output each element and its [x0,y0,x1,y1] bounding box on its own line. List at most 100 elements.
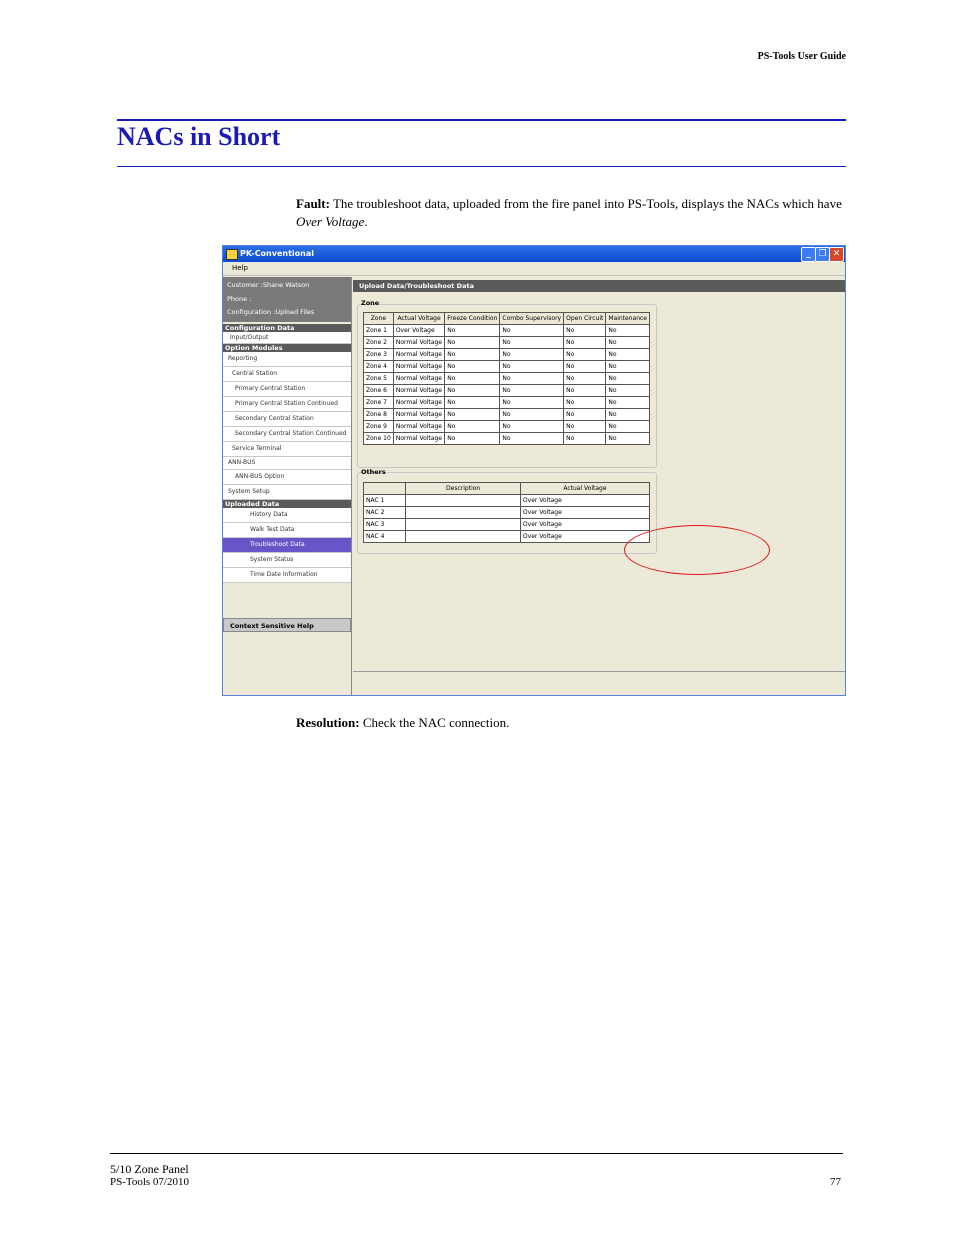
table-cell: No [499,324,565,337]
table-cell: No [605,324,650,337]
table-cell: No [444,396,501,409]
table-cell: Over Voltage [519,506,651,519]
table-row: Zone 9 Normal Voltage No No No No [363,420,650,433]
window-title: PK-Conventional [240,249,314,258]
table-cell: Normal Voltage [392,408,446,421]
table-cell: No [605,348,650,361]
table-cell: No [444,372,501,385]
nav-item-primary-central-station-continued[interactable]: Primary Central Station Continued [223,397,351,412]
highlight-oval [624,525,770,575]
nav-item-secondary-central-station[interactable]: Secondary Central Station [223,412,351,427]
table-cell: Zone 6 [363,384,394,397]
resolution-paragraph: Resolution: Check the NAC connection. [296,715,509,731]
table-cell: Normal Voltage [392,360,446,373]
footer-product: 5/10 Zone Panel [110,1162,189,1176]
nav-item-system-setup[interactable]: System Setup [223,485,351,500]
resolution-label: Resolution: [296,715,360,730]
table-cell: No [605,396,650,409]
table-cell: No [444,384,501,397]
page-number: 77 [830,1176,841,1188]
nav-item-input-output[interactable]: Input/Output [223,332,351,344]
restore-icon[interactable]: ❐ [815,247,830,262]
table-row: Zone 3 Normal Voltage No No No No [363,348,650,361]
table-row: Zone 1 Over Voltage No No No No [363,324,650,337]
column-header: Open Circuit [563,312,607,325]
table-row: Zone 2 Normal Voltage No No No No [363,336,650,349]
nav-item-walk-test-data[interactable]: Walk Test Data [223,523,351,538]
minimize-icon[interactable]: _ [801,247,816,262]
table-cell: Over Voltage [392,324,446,337]
nav-item-central-station[interactable]: Central Station [223,367,351,382]
column-header: Zone [363,312,394,325]
nav-item-ann-bus[interactable]: ANN-BUS [223,457,351,470]
column-header: Maintenance [605,312,650,325]
title-bottom-rule [117,166,846,167]
title-top-rule [117,119,846,121]
customer-info: Customer :Shane Watson Phone : Configura… [223,277,351,322]
column-header: Actual Voltage [392,312,446,325]
table-cell: Zone 8 [363,408,394,421]
table-cell: No [563,432,607,445]
table-cell: No [605,336,650,349]
table-cell: Zone 4 [363,360,394,373]
nav-item-primary-central-station[interactable]: Primary Central Station [223,382,351,397]
zone-table: Zone Actual Voltage Freeze Condition Combo … [363,312,650,445]
table-cell: No [605,408,650,421]
table-cell [405,506,521,519]
table-cell: No [444,348,501,361]
nav-item-service-terminal[interactable]: Service Terminal [223,442,351,457]
table-cell: No [563,408,607,421]
table-cell: Normal Voltage [392,384,446,397]
table-cell: No [605,372,650,385]
table-cell: NAC 2 [362,506,407,519]
table-cell: No [444,420,501,433]
table-cell: Zone 5 [363,372,394,385]
nav-section-option-modules: Option Modules [223,344,351,352]
column-header: Freeze Condition [444,312,501,325]
table-cell: No [444,360,501,373]
table-row: Zone 8 Normal Voltage No No No No [363,408,650,421]
nav-item-history-data[interactable]: History Data [223,508,351,523]
right-pane: Upload Data/Troubleshoot Data Zone Zone A… [353,277,845,695]
column-header: Description [405,482,521,495]
phone-label: Phone : [227,295,252,303]
nav-tree: Configuration Data Input/Output Option M… [223,324,351,583]
table-cell: Normal Voltage [392,336,446,349]
table-cell: No [444,408,501,421]
close-icon[interactable]: ✕ [829,247,844,262]
table-cell: Normal Voltage [392,348,446,361]
table-cell: NAC 1 [362,494,407,507]
table-row: Zone 5 Normal Voltage No No No No [363,372,650,385]
nav-item-reporting[interactable]: Reporting [223,352,351,367]
table-cell: No [563,324,607,337]
fault-emphasis: Over Voltage [296,214,365,229]
nav-item-ann-bus-option[interactable]: ANN-BUS Option [223,470,351,485]
fault-text-end: . [364,214,368,229]
footer-rule [110,1153,843,1154]
table-cell [405,530,521,543]
nav-item-secondary-central-station-continued[interactable]: Secondary Central Station Continued [223,427,351,442]
menu-help[interactable]: Help [232,264,248,272]
context-help-header[interactable]: Context Sensitive Help [223,618,351,632]
table-cell: No [499,336,565,349]
table-cell: Over Voltage [519,494,651,507]
table-cell: No [499,432,565,445]
nav-section-uploaded-data: Uploaded Data [223,500,351,508]
table-row: NAC 1 Over Voltage [362,494,651,507]
table-cell [405,494,521,507]
column-header: Combo Supervisory [499,312,565,325]
fault-text: The troubleshoot data, uploaded from the… [329,196,842,211]
table-cell: No [499,372,565,385]
table-cell: Normal Voltage [392,372,446,385]
table-row: Zone 10 Normal Voltage No No No No [363,432,650,445]
nav-item-system-status[interactable]: System Status [223,553,351,568]
table-cell: No [605,420,650,433]
table-cell: No [499,408,565,421]
table-row: Zone 4 Normal Voltage No No No No [363,360,650,373]
table-cell: No [605,432,650,445]
table-cell: No [444,336,501,349]
column-header [362,482,407,495]
nav-item-time-date-information[interactable]: Time Date Information [223,568,351,583]
app-window-screenshot: PK-Conventional _ ❐ ✕ Help Customer :Sha… [222,245,846,696]
nav-item-troubleshoot-data[interactable]: Troubleshoot Data [223,538,351,553]
